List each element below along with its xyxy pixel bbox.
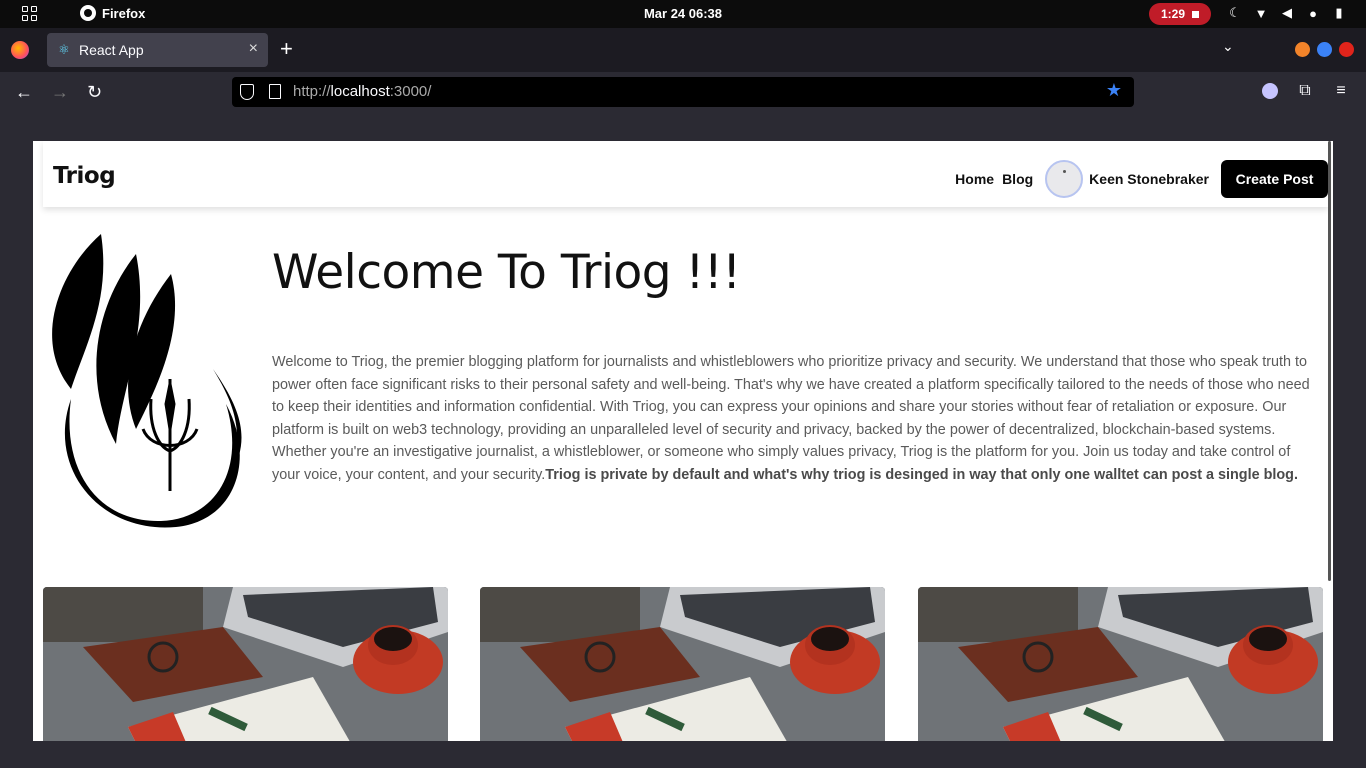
window-controls: [1295, 42, 1354, 57]
back-arrow-icon[interactable]: ←: [15, 82, 33, 102]
tab-list-chevron-icon[interactable]: ⌄: [1222, 38, 1234, 55]
reload-icon[interactable]: ↻: [87, 82, 102, 102]
triog-trident-logo: [52, 234, 242, 528]
system-top-bar: Firefox Mar 24 06:38 1:29 ☾ ▼ ◀ ● ▮: [0, 0, 1366, 28]
desk-photo-image: [43, 587, 448, 741]
browser-tab-bar: ⚛ React App × + ⌄: [0, 28, 1366, 72]
hero-description: Welcome to Triog, the premier blogging p…: [272, 351, 1320, 486]
active-app-menu[interactable]: Firefox: [80, 5, 145, 21]
close-window-button[interactable]: [1339, 42, 1354, 57]
screen-recording-indicator[interactable]: 1:29: [1149, 3, 1211, 25]
create-post-button[interactable]: Create Post: [1221, 160, 1328, 198]
hero-body-bold: Triog is private by default and what's w…: [545, 466, 1298, 483]
hero-title: Welcome To Triog !!!: [272, 245, 741, 300]
avatar[interactable]: [1045, 160, 1084, 198]
page-scrollbar[interactable]: [1328, 141, 1331, 581]
site-nav: Home Blog Keen Stonebraker Create Post: [955, 160, 1328, 198]
battery-icon: ▮: [1335, 5, 1343, 20]
desk-photo-image: [918, 587, 1323, 741]
desk-photo-image: [480, 587, 885, 741]
site-header: Triog Home Blog Keen Stonebraker Create …: [43, 141, 1328, 207]
blog-card[interactable]: [918, 587, 1323, 741]
close-tab-icon[interactable]: ×: [249, 40, 258, 58]
system-tray[interactable]: ☾ ▼ ◀ ● ▮: [1228, 5, 1346, 21]
microphone-icon: ●: [1309, 5, 1317, 21]
tracking-protection-icon[interactable]: [240, 84, 254, 100]
wifi-icon: ▼: [1254, 5, 1268, 21]
night-light-icon: ☾: [1229, 5, 1241, 20]
page-viewport: Triog Home Blog Keen Stonebraker Create …: [33, 141, 1333, 741]
new-tab-button[interactable]: +: [280, 37, 293, 61]
url-port-path: :3000/: [389, 83, 432, 100]
url-host: localhost: [330, 83, 390, 100]
tab-react-app[interactable]: ⚛ React App ×: [47, 33, 268, 67]
volume-icon: ◀: [1282, 5, 1292, 20]
blog-card-list: [43, 587, 1323, 741]
app-grid-icon[interactable]: [22, 6, 38, 22]
nav-home-link[interactable]: Home: [955, 171, 994, 187]
account-icon[interactable]: [1262, 83, 1278, 99]
nav-blog-link[interactable]: Blog: [1002, 171, 1033, 187]
url-bar[interactable]: http://localhost:3000/ ★: [232, 77, 1134, 107]
toolbar-right: ⧉ ≡: [1262, 82, 1350, 100]
firefox-view-icon[interactable]: [11, 41, 29, 59]
tab-title: React App: [79, 42, 144, 58]
site-brand[interactable]: Triog: [53, 163, 116, 189]
recording-time: 1:29: [1160, 7, 1186, 21]
browser-nav-bar: ← → ↻ http://localhost:3000/ ★ ⧉ ≡: [0, 72, 1366, 113]
react-icon: ⚛: [58, 42, 70, 57]
blog-card[interactable]: [480, 587, 885, 741]
minimize-button[interactable]: [1295, 42, 1310, 57]
blog-card[interactable]: [43, 587, 448, 741]
hamburger-menu-icon[interactable]: ≡: [1332, 82, 1350, 100]
firefox-icon: [80, 5, 96, 21]
active-app-label: Firefox: [102, 5, 146, 21]
bookmark-star-icon[interactable]: ★: [1106, 80, 1122, 101]
stop-icon: [1192, 10, 1200, 18]
username: Keen Stonebraker: [1089, 171, 1209, 187]
maximize-button[interactable]: [1317, 42, 1332, 57]
url-text[interactable]: http://localhost:3000/: [293, 83, 431, 100]
forward-arrow-icon[interactable]: →: [51, 82, 69, 102]
page-info-icon[interactable]: [269, 84, 281, 99]
extensions-icon[interactable]: ⧉: [1296, 82, 1314, 100]
url-scheme: http://: [293, 83, 331, 100]
hero-body: Welcome to Triog, the premier blogging p…: [272, 354, 1310, 483]
